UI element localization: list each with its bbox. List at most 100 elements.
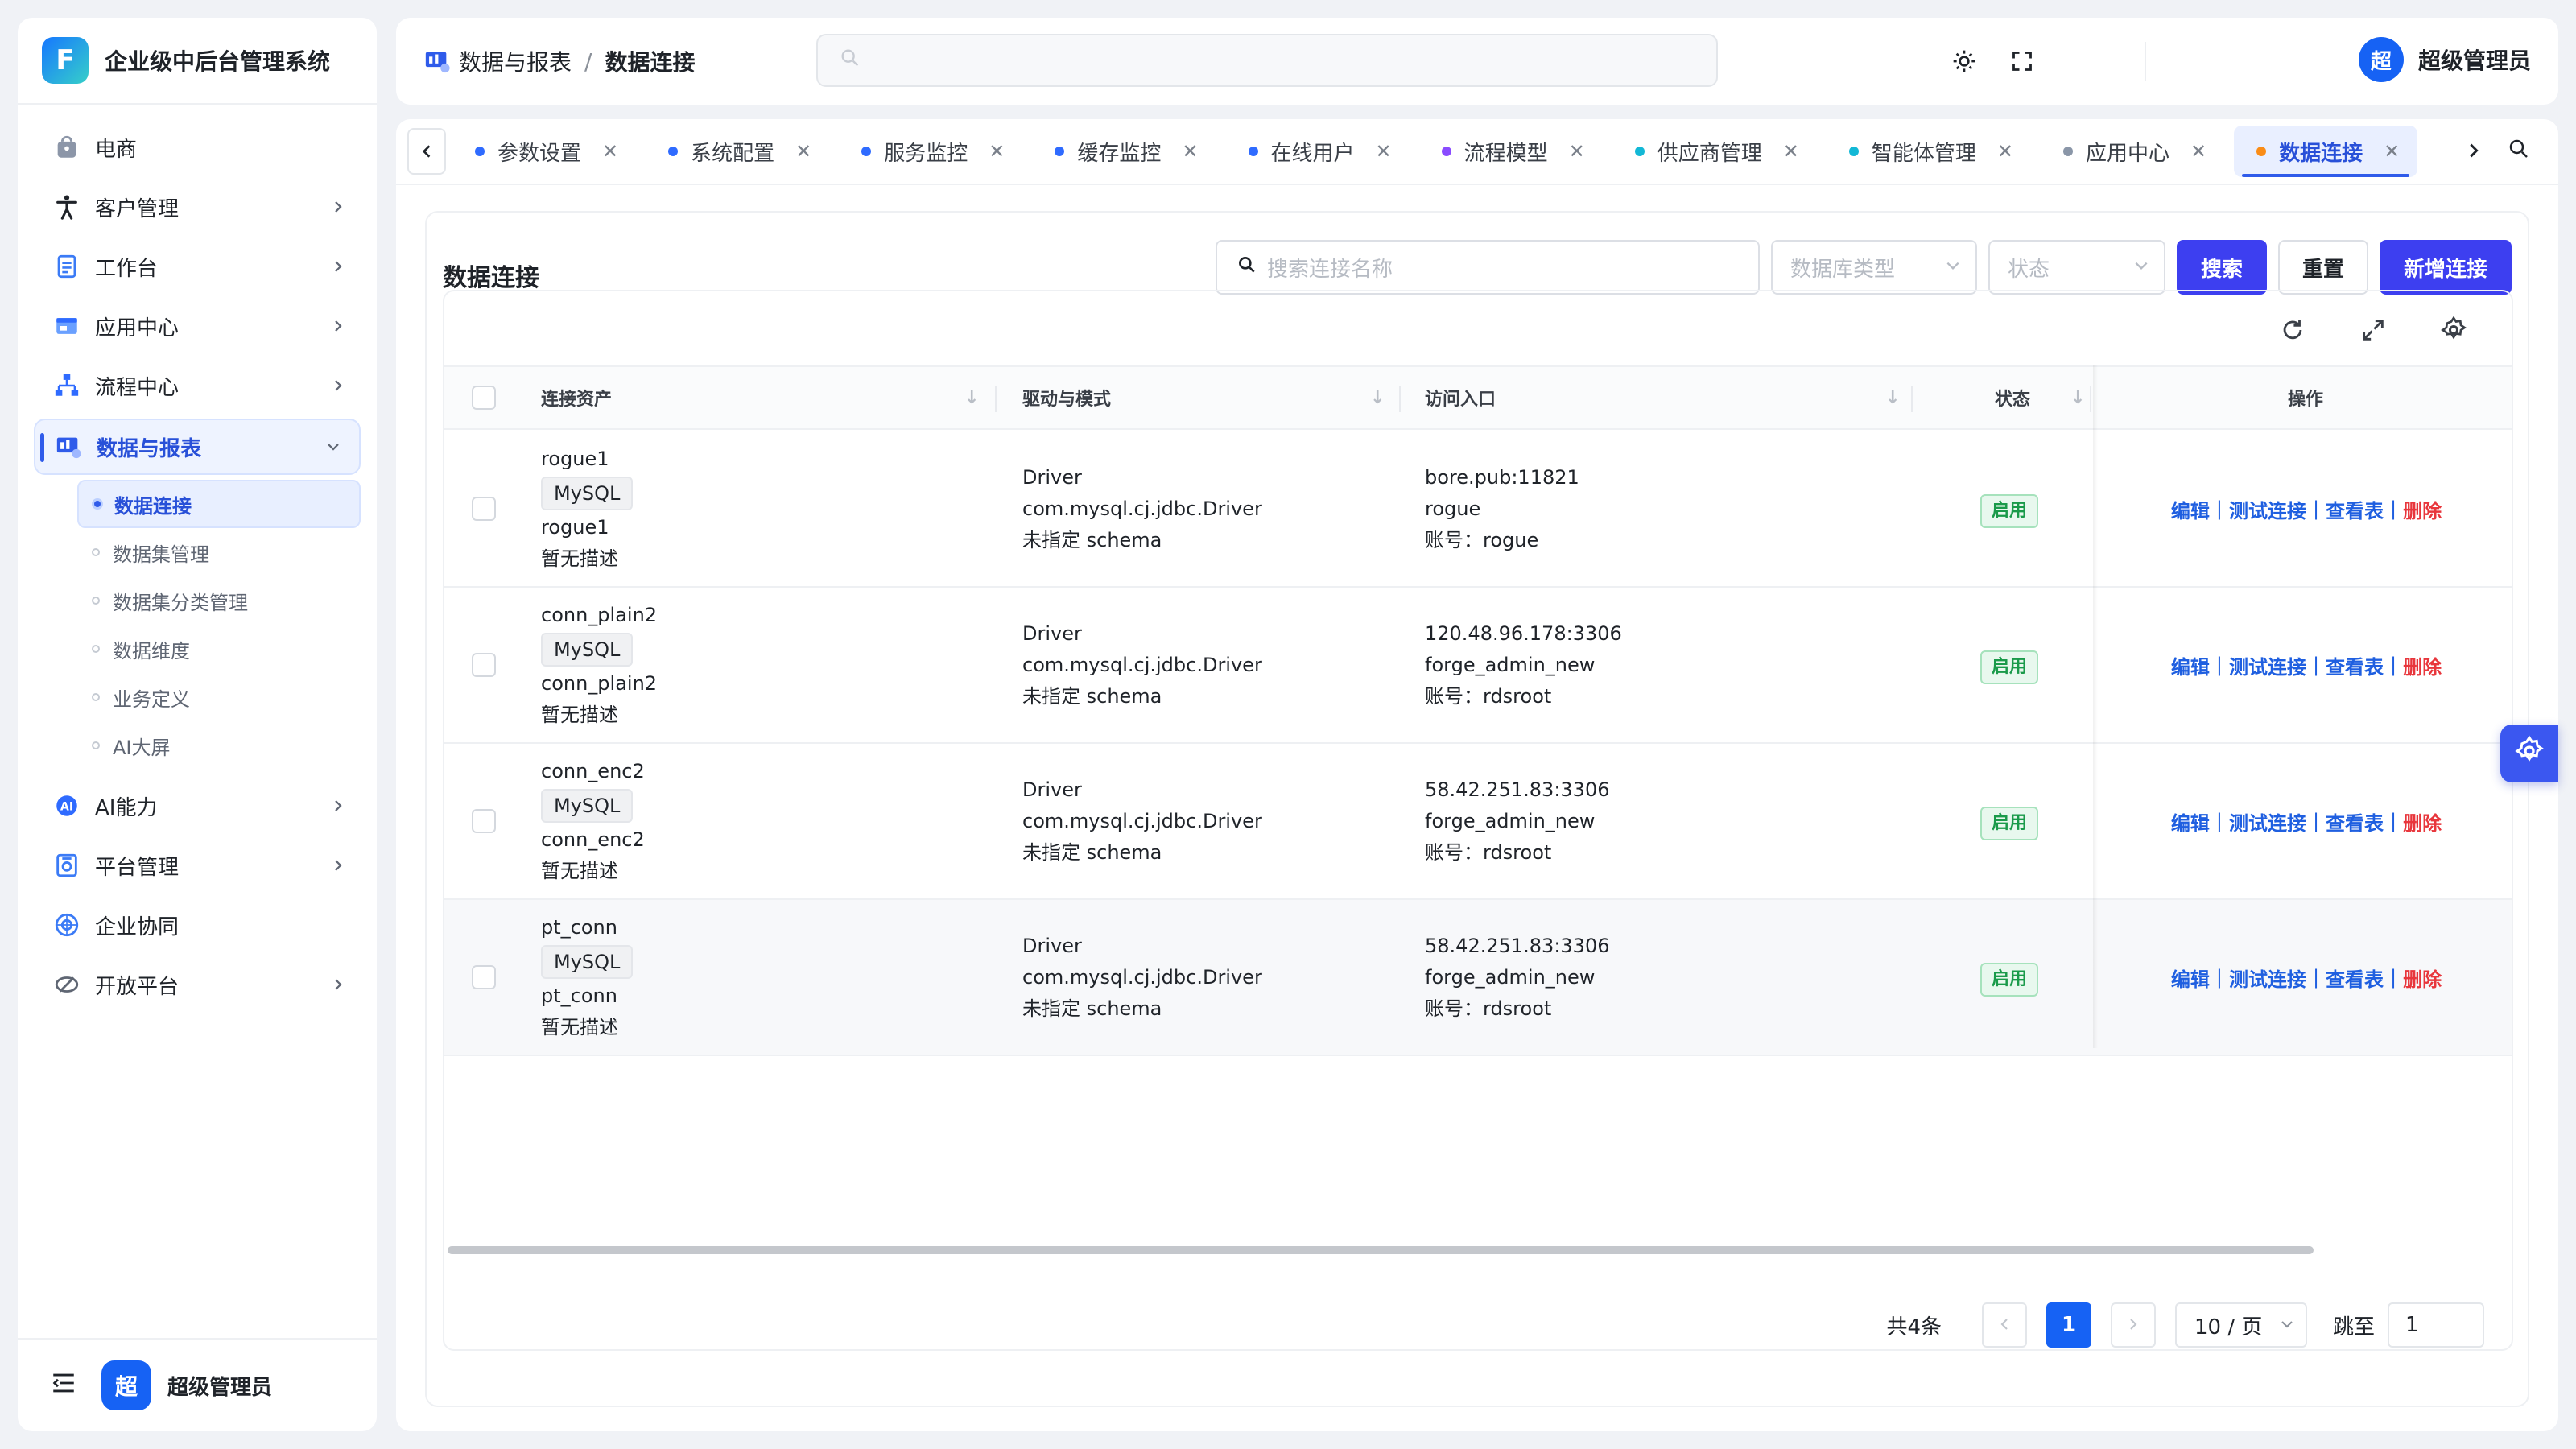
close-icon[interactable]: ✕ (2190, 140, 2207, 163)
header-user-menu[interactable]: 超 超级管理员 (2358, 37, 2531, 82)
subitem-label: 数据集管理 (113, 543, 209, 566)
tab-item[interactable]: 在线用户 ✕ (1226, 126, 1410, 177)
page-size-select[interactable]: 10 / 页 (2174, 1302, 2307, 1348)
row-checkbox[interactable] (472, 900, 496, 1055)
connection-name[interactable]: pt_conn (541, 912, 633, 943)
view-tables-link[interactable]: 查看表 (2326, 651, 2384, 679)
search-button[interactable]: 搜索 (2176, 240, 2267, 295)
settings-gear-icon[interactable] (2436, 312, 2471, 348)
edit-link[interactable]: 编辑 (2171, 807, 2210, 836)
close-icon[interactable]: ✕ (989, 140, 1005, 163)
page-jump-input[interactable]: 1 (2388, 1302, 2484, 1348)
sidebar-subitem-ai-screen[interactable]: AI大屏 (77, 721, 361, 770)
sidebar-item-open-platform[interactable]: 开放平台 (18, 955, 377, 1014)
tab-item[interactable]: 流程模型 ✕ (1419, 126, 1603, 177)
view-tables-link[interactable]: 查看表 (2326, 807, 2384, 836)
connection-name[interactable]: conn_plain2 (541, 600, 657, 631)
connection-name[interactable]: conn_enc2 (541, 756, 645, 787)
edit-link[interactable]: 编辑 (2171, 964, 2210, 992)
sort-arrow-icon[interactable]: ↓ (2070, 388, 2085, 408)
page-jump-label: 跳至 (2332, 1315, 2375, 1340)
tab-item[interactable]: 服务监控 ✕ (839, 126, 1022, 177)
column-header-driver: 驱动与模式 (1022, 390, 1112, 410)
row-checkbox[interactable] (472, 431, 496, 586)
tab-item[interactable]: 数据连接 ✕ (2234, 126, 2418, 177)
sidebar-item-ai[interactable]: AI AI能力 (18, 776, 377, 836)
view-tables-link[interactable]: 查看表 (2326, 495, 2384, 523)
footer-user[interactable]: 超 超级管理员 (101, 1360, 272, 1410)
close-icon[interactable]: ✕ (1376, 140, 1392, 163)
expand-icon[interactable] (2355, 312, 2391, 348)
connection-name[interactable]: rogue1 (541, 444, 633, 475)
delete-link[interactable]: 删除 (2403, 964, 2442, 992)
tab-item[interactable]: 参数设置 ✕ (452, 126, 636, 177)
reset-button[interactable]: 重置 (2277, 240, 2368, 295)
page-jump: 跳至 1 (2333, 1302, 2484, 1348)
horizontal-scrollbar[interactable] (448, 1246, 2314, 1254)
tab-item[interactable]: 缓存监控 ✕ (1032, 126, 1216, 177)
subitem-label: AI大屏 (113, 736, 171, 759)
prev-page-button[interactable] (1981, 1302, 2027, 1348)
sidebar-subitem-dataset[interactable]: 数据集管理 (77, 528, 361, 576)
collapse-menu-icon[interactable] (50, 1369, 77, 1402)
sidebar-item-data-report[interactable]: 数据与报表 (34, 419, 361, 475)
refresh-icon[interactable] (2275, 312, 2310, 348)
sidebar-item-app-center[interactable]: 应用中心 (18, 296, 377, 356)
driver-cell: Driver com.mysql.cj.jdbc.Driver 未指定 schema (1022, 900, 1262, 1055)
edit-link[interactable]: 编辑 (2171, 651, 2210, 679)
row-checkbox[interactable] (472, 744, 496, 898)
sidebar-subitem-dataset-category[interactable]: 数据集分类管理 (77, 576, 361, 625)
search-icon[interactable] (2507, 137, 2531, 167)
tab-item[interactable]: 智能体管理 ✕ (1827, 126, 2031, 177)
open-platform-icon (50, 968, 84, 1001)
tab-item[interactable]: 供应商管理 ✕ (1612, 126, 1817, 177)
edit-link[interactable]: 编辑 (2171, 495, 2210, 523)
status-select[interactable]: 状态 (1988, 240, 2165, 295)
sidebar-item-flow-center[interactable]: 流程中心 (18, 356, 377, 415)
sidebar-subitem-data-connection[interactable]: 数据连接 (77, 480, 361, 528)
theme-sun-icon[interactable] (1950, 47, 1979, 76)
db-type-select[interactable]: 数据库类型 (1770, 240, 1977, 295)
sidebar-item-customer[interactable]: 客户管理 (18, 177, 377, 237)
header-search-input[interactable] (816, 34, 1718, 87)
test-connection-link[interactable]: 测试连接 (2229, 807, 2306, 836)
tab-item[interactable]: 应用中心 ✕ (2041, 126, 2224, 177)
fullscreen-icon[interactable] (2008, 47, 2037, 76)
row-checkbox[interactable] (472, 588, 496, 742)
table-row: rogue1 MySQL rogue1 暂无描述 Driver com.mysql.cj.… (444, 431, 2512, 588)
connection-name-search-input[interactable]: 搜索连接名称 (1215, 240, 1760, 295)
close-icon[interactable]: ✕ (1783, 140, 1799, 163)
sidebar-subitem-business-def[interactable]: 业务定义 (77, 673, 361, 721)
close-icon[interactable]: ✕ (1997, 140, 2013, 163)
close-icon[interactable]: ✕ (1182, 140, 1198, 163)
sort-arrow-icon[interactable]: ↓ (1370, 388, 1385, 408)
delete-link[interactable]: 删除 (2403, 651, 2442, 679)
close-icon[interactable]: ✕ (1569, 140, 1585, 163)
close-icon[interactable]: ✕ (2384, 140, 2400, 163)
close-icon[interactable]: ✕ (795, 140, 811, 163)
tab-item[interactable]: 系统配置 ✕ (646, 126, 829, 177)
breadcrumb-parent[interactable]: 数据与报表 (459, 45, 572, 77)
test-connection-link[interactable]: 测试连接 (2229, 495, 2306, 523)
sidebar-item-collab[interactable]: 企业协同 (18, 895, 377, 955)
sidebar-item-ecommerce[interactable]: 电商 (18, 118, 377, 177)
page-number-button[interactable]: 1 (2046, 1302, 2091, 1348)
sort-arrow-icon[interactable]: ↓ (1885, 388, 1900, 408)
close-icon[interactable]: ✕ (602, 140, 618, 163)
floating-settings-button[interactable] (2500, 724, 2558, 782)
view-tables-link[interactable]: 查看表 (2326, 964, 2384, 992)
chevron-right-icon[interactable] (2465, 138, 2483, 165)
sidebar-subitem-dimension[interactable]: 数据维度 (77, 625, 361, 673)
delete-link[interactable]: 删除 (2403, 807, 2442, 836)
select-all-checkbox[interactable] (472, 367, 496, 428)
sidebar-item-platform[interactable]: 平台管理 (18, 836, 377, 895)
test-connection-link[interactable]: 测试连接 (2229, 964, 2306, 992)
sidebar-item-workbench[interactable]: 工作台 (18, 237, 377, 296)
driver-class: com.mysql.cj.jdbc.Driver (1022, 965, 1262, 989)
add-connection-button[interactable]: 新增连接 (2379, 240, 2512, 295)
sort-arrow-icon[interactable]: ↓ (964, 388, 979, 408)
next-page-button[interactable] (2110, 1302, 2156, 1348)
test-connection-link[interactable]: 测试连接 (2229, 651, 2306, 679)
delete-link[interactable]: 删除 (2403, 495, 2442, 523)
tab-scroll-left-button[interactable] (407, 128, 446, 175)
